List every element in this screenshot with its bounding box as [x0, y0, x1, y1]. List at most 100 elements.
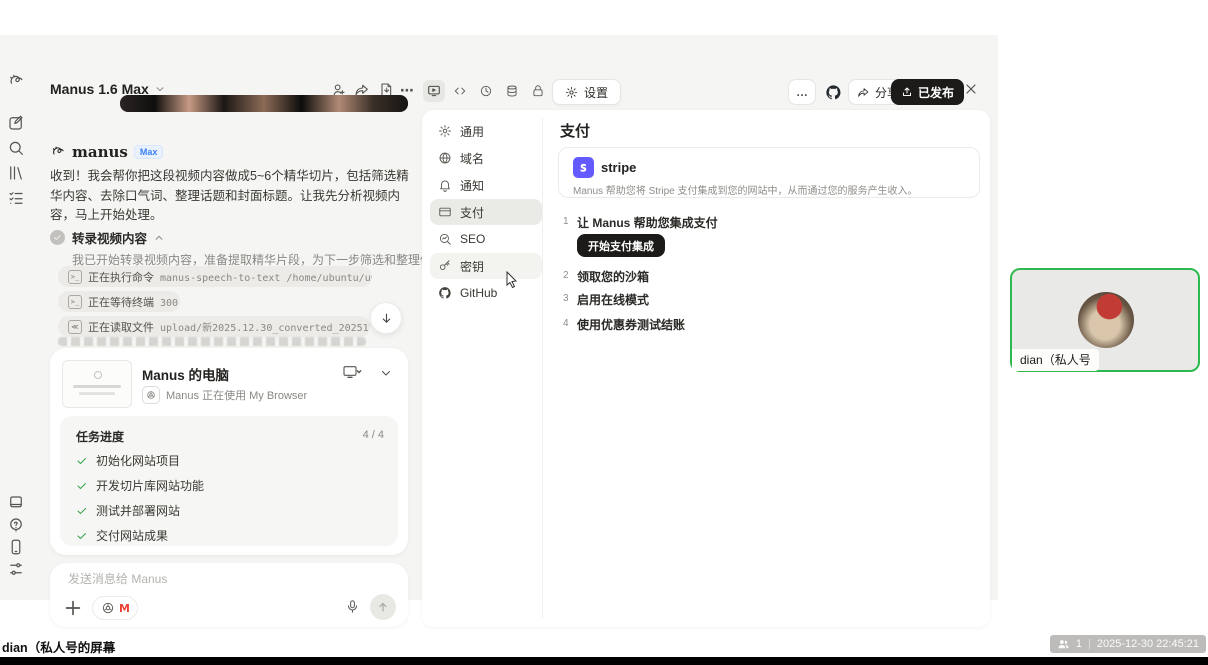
terminal-icon: >_: [68, 270, 82, 284]
settings-nav-payments[interactable]: 支付: [430, 199, 542, 225]
avatar: [1078, 292, 1134, 348]
clipped-text-line: [58, 337, 366, 346]
send-button[interactable]: [370, 594, 396, 620]
browser-icon: [101, 601, 115, 615]
preferences-icon[interactable]: [7, 560, 25, 578]
webcam-overlay[interactable]: dian（私人号: [1010, 268, 1200, 372]
mic-button[interactable]: [345, 599, 360, 614]
video-frame-strip: [120, 95, 408, 112]
bottom-bar: [0, 657, 1208, 665]
command-pill[interactable]: ≪ 正在读取文件 upload/新2025.12.30_converted_20…: [58, 316, 370, 337]
step-done-icon: [50, 230, 65, 245]
chevron-down-icon: [155, 84, 165, 94]
mouse-cursor: [505, 271, 519, 289]
settings-nav-seo[interactable]: SEO: [430, 226, 542, 252]
task-item[interactable]: 交付网站成果: [76, 527, 168, 544]
assistant-name: manus: [72, 143, 128, 161]
viewers-icon: [1057, 638, 1070, 651]
code-tab-icon[interactable]: [449, 80, 471, 102]
step-number: 2: [563, 270, 569, 281]
settings-panel: 通用 域名 通知 支付 SEO 密钥: [422, 110, 990, 627]
display-select-icon[interactable]: [342, 364, 362, 380]
preview-tab-icon[interactable]: [423, 80, 445, 102]
recording-meta-badge: 1 | 2025-12-30 22:45:21: [1050, 635, 1206, 653]
webcam-name-label: dian（私人号: [1012, 349, 1099, 371]
manus-avatar-icon: [50, 144, 66, 160]
check-icon: [76, 480, 88, 492]
github-button[interactable]: [822, 81, 844, 103]
step-section-header[interactable]: 转录视频内容: [50, 228, 164, 247]
settings-nav-notifications[interactable]: 通知: [430, 172, 542, 198]
assistant-header: manus Max: [50, 143, 163, 161]
library-icon[interactable]: [7, 164, 25, 182]
app-window: Manus 1.6 Max ⋯ manus Max 收到！我会帮你把这段视频内容…: [0, 35, 998, 600]
settings-nav-general[interactable]: 通用: [430, 118, 542, 144]
message-input[interactable]: [66, 571, 370, 587]
publish-icon: [901, 86, 913, 98]
step-number: 1: [563, 216, 569, 227]
connectors-pill[interactable]: M: [92, 596, 138, 620]
panel-more-button[interactable]: …: [788, 79, 816, 105]
viewer-count: 1: [1076, 638, 1082, 650]
progress-title: 任务进度: [76, 428, 124, 445]
start-payment-integration-button[interactable]: 开始支付集成: [577, 234, 665, 257]
manus-logo-icon[interactable]: [7, 72, 25, 90]
search-icon[interactable]: [7, 139, 25, 157]
computer-card-title: Manus 的电脑: [142, 364, 229, 384]
collapse-card-icon[interactable]: [380, 367, 392, 379]
gear-icon: [565, 86, 578, 99]
scroll-to-bottom-button[interactable]: [370, 302, 402, 334]
new-task-icon[interactable]: [7, 114, 25, 132]
stripe-card[interactable]: stripe Manus 帮助您将 Stripe 支付集成到您的网站中，从而通过…: [558, 147, 980, 198]
collapse-icon[interactable]: [154, 233, 164, 243]
step-text: 启用在线模式: [577, 291, 649, 308]
timestamp: 2025-12-30 22:45:21: [1097, 638, 1199, 650]
globe-icon: [438, 151, 452, 165]
secrets-tab-icon[interactable]: [527, 80, 549, 102]
stripe-logo: [573, 157, 594, 178]
help-icon[interactable]: [7, 516, 25, 534]
settings-nav-domain[interactable]: 域名: [430, 145, 542, 171]
history-tab-icon[interactable]: [475, 80, 497, 102]
laptop-icon[interactable]: [7, 494, 25, 512]
settings-nav-github[interactable]: GitHub: [430, 280, 542, 306]
mobile-icon[interactable]: [7, 538, 25, 556]
payments-title: 支付: [560, 120, 590, 141]
step-section-title: 转录视频内容: [72, 228, 147, 247]
command-pill[interactable]: >_ 正在执行命令 manus-speech-to-text /home/ubu…: [58, 266, 372, 287]
check-icon: [76, 530, 88, 542]
browser-icon: [142, 386, 160, 404]
check-icon: [76, 505, 88, 517]
progress-count: 4 / 4: [363, 429, 384, 441]
settings-button[interactable]: 设置: [552, 79, 621, 105]
key-icon: [438, 259, 452, 273]
message-composer[interactable]: M: [50, 563, 408, 627]
gmail-icon: M: [119, 602, 129, 615]
database-tab-icon[interactable]: [501, 80, 523, 102]
close-panel-button[interactable]: [963, 81, 979, 97]
seo-icon: [438, 232, 452, 246]
arrow-down-icon: [380, 312, 393, 325]
tasks-icon[interactable]: [7, 189, 25, 207]
task-progress-panel: 任务进度 4 / 4 初始化网站项目 开发切片库网站功能 测试并部署网站 交付网…: [60, 416, 398, 546]
attach-button[interactable]: [62, 597, 84, 619]
publish-button[interactable]: 已发布: [891, 79, 964, 105]
computer-preview-thumbnail[interactable]: [62, 360, 132, 408]
computer-card[interactable]: Manus 的电脑 Manus 正在使用 My Browser 任务进度 4 /…: [50, 348, 408, 555]
step-text: 领取您的沙箱: [577, 268, 649, 285]
check-icon: [76, 455, 88, 467]
settings-nav-secrets[interactable]: 密钥: [430, 253, 542, 279]
credit-card-icon: [438, 205, 452, 219]
assistant-message: 收到！我会帮你把这段视频内容做成5~6个精华切片，包括筛选精华内容、去除口气词、…: [50, 167, 412, 226]
command-pill[interactable]: >_ 正在等待终端 300 秒: [58, 291, 180, 312]
step-number: 4: [563, 318, 569, 329]
github-icon: [438, 286, 452, 300]
task-item[interactable]: 初始化网站项目: [76, 452, 180, 469]
step-text: 使用优惠券测试结账: [577, 316, 685, 333]
terminal-icon: >_: [68, 295, 82, 309]
task-item[interactable]: 开发切片库网站功能: [76, 477, 204, 494]
task-item[interactable]: 测试并部署网站: [76, 502, 180, 519]
step-text: 让 Manus 帮助您集成支付: [577, 214, 718, 231]
gear-icon: [438, 124, 452, 138]
close-icon: [963, 81, 979, 97]
